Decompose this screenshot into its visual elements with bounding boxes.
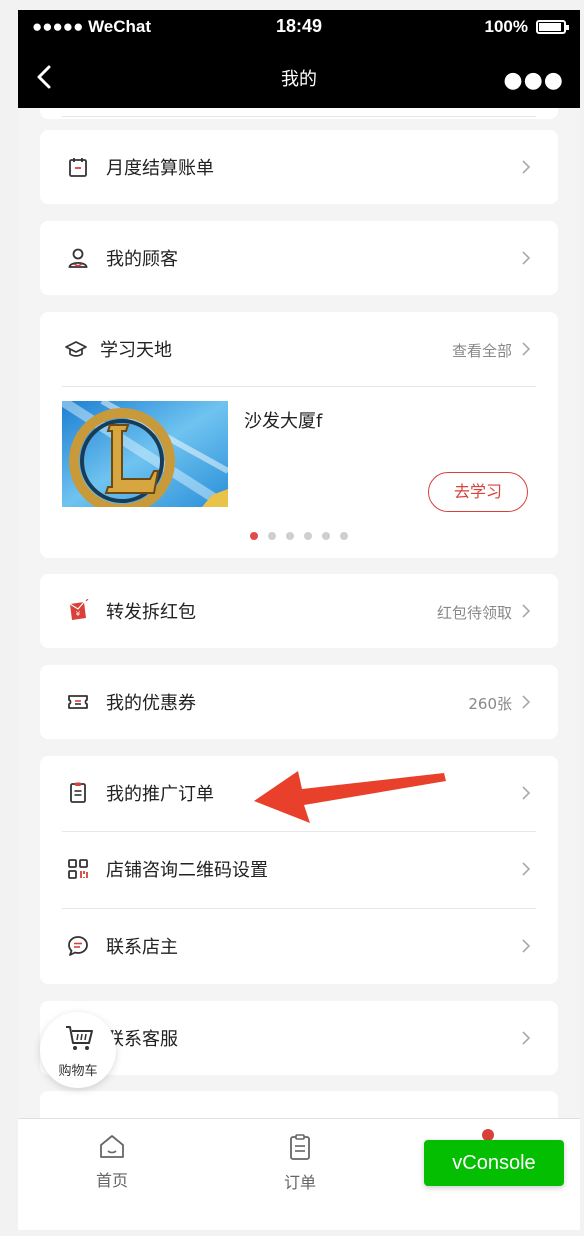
coupons-label: 我的优惠券 xyxy=(106,693,196,714)
customer-service-row[interactable]: 联系客服 xyxy=(40,1001,558,1075)
red-packet-label: 转发拆红包 xyxy=(106,602,196,623)
red-packet-row[interactable]: ¥ 转发拆红包 红包待领取 xyxy=(40,574,558,648)
monthly-bill-card[interactable]: 月度结算账单 xyxy=(40,130,558,204)
tab-home-label: 首页 xyxy=(95,1171,128,1190)
page-title: 我的 xyxy=(281,69,317,90)
monthly-bill-label: 月度结算账单 xyxy=(106,158,214,179)
contact-owner-label: 联系店主 xyxy=(106,937,178,958)
carousel-dot[interactable] xyxy=(340,532,348,540)
qrcode-icon xyxy=(68,859,88,879)
annotation-arrow xyxy=(254,771,446,823)
red-packet-card[interactable]: ¥ 转发拆红包 红包待领取 xyxy=(40,574,558,648)
customer-service-label: 联系客服 xyxy=(106,1029,178,1050)
battery-icon xyxy=(536,20,569,34)
coupons-count: 260张 xyxy=(468,695,512,713)
chevron-right-icon xyxy=(522,695,531,709)
study-card: 学习天地 查看全部 沙发大厦f 去学习 xyxy=(40,312,558,558)
cart-label: 购物车 xyxy=(58,1064,98,1079)
carousel-dot[interactable] xyxy=(304,532,312,540)
carousel-dot[interactable] xyxy=(322,532,330,540)
my-customers-card[interactable]: 我的顾客 xyxy=(40,221,558,295)
my-customers-label: 我的顾客 xyxy=(106,249,178,270)
chevron-right-icon xyxy=(522,1031,531,1045)
chevron-right-icon xyxy=(522,786,531,800)
chat-bubble-icon xyxy=(68,936,88,956)
study-header-row[interactable]: 学习天地 查看全部 xyxy=(40,312,558,386)
chevron-right-icon xyxy=(522,160,531,174)
study-title: 学习天地 xyxy=(100,340,172,361)
chevron-right-icon xyxy=(522,251,531,265)
coupon-icon xyxy=(68,695,88,709)
chevron-right-icon xyxy=(522,604,531,618)
customer-service-card[interactable]: 联系客服 xyxy=(40,1001,558,1075)
partial-card-top xyxy=(40,108,558,119)
carousel-dot[interactable] xyxy=(268,532,276,540)
graduation-cap-icon xyxy=(65,341,87,357)
svg-text:¥: ¥ xyxy=(76,610,81,618)
contact-owner-row[interactable]: 联系店主 xyxy=(40,909,558,983)
course-thumbnail[interactable] xyxy=(62,401,228,507)
chevron-right-icon xyxy=(522,862,531,876)
floating-cart-button[interactable]: 购物车 xyxy=(40,1012,116,1088)
divider xyxy=(62,116,536,117)
chevron-right-icon xyxy=(522,939,531,953)
customer-icon xyxy=(68,248,88,268)
coupons-card[interactable]: 我的优惠券 260张 xyxy=(40,665,558,739)
shopping-cart-icon xyxy=(66,1026,93,1050)
carousel-dot[interactable] xyxy=(286,532,294,540)
calendar-icon xyxy=(69,158,87,177)
carousel-dots xyxy=(40,532,558,540)
red-packet-icon: ¥ xyxy=(69,599,89,620)
course-title: 沙发大厦f xyxy=(244,411,323,432)
tab-orders-label: 订单 xyxy=(283,1173,316,1192)
monthly-bill-row[interactable]: 月度结算账单 xyxy=(40,130,558,204)
phone-screen: ●●●●● WeChat 18:49 100% 我的 ●●● 月度结算账单 我的… xyxy=(18,10,580,1230)
chevron-right-icon xyxy=(522,342,531,356)
clipboard-icon xyxy=(290,1134,310,1160)
status-bar: ●●●●● WeChat 18:49 100% xyxy=(18,10,580,46)
order-list-icon xyxy=(70,782,86,803)
view-all-link[interactable]: 查看全部 xyxy=(452,340,512,361)
more-menu-icon[interactable]: ●●● xyxy=(503,68,564,93)
tab-home[interactable]: 首页 xyxy=(62,1133,162,1191)
carousel-dot-active[interactable] xyxy=(250,532,258,540)
qrcode-settings-row[interactable]: 店铺咨询二维码设置 xyxy=(40,832,558,906)
partial-card-bottom xyxy=(40,1091,558,1118)
home-icon xyxy=(100,1135,124,1158)
learn-button[interactable]: 去学习 xyxy=(428,472,528,512)
tab-orders[interactable]: 订单 xyxy=(250,1133,350,1193)
vconsole-button[interactable]: vConsole xyxy=(424,1140,564,1186)
promotion-orders-label: 我的推广订单 xyxy=(106,784,214,805)
coupons-row[interactable]: 我的优惠券 260张 xyxy=(40,665,558,739)
main-content: 月度结算账单 我的顾客 学习天地 查看全部 沙发大厦f 去学习 ¥ 转发拆红包 … xyxy=(18,108,580,1118)
my-customers-row[interactable]: 我的顾客 xyxy=(40,221,558,295)
battery-percent: 100% xyxy=(484,17,528,36)
qrcode-settings-label: 店铺咨询二维码设置 xyxy=(106,860,268,881)
navigation-bar: 我的 ●●● xyxy=(18,46,580,108)
red-packet-status: 红包待领取 xyxy=(436,604,512,622)
divider xyxy=(62,386,536,387)
